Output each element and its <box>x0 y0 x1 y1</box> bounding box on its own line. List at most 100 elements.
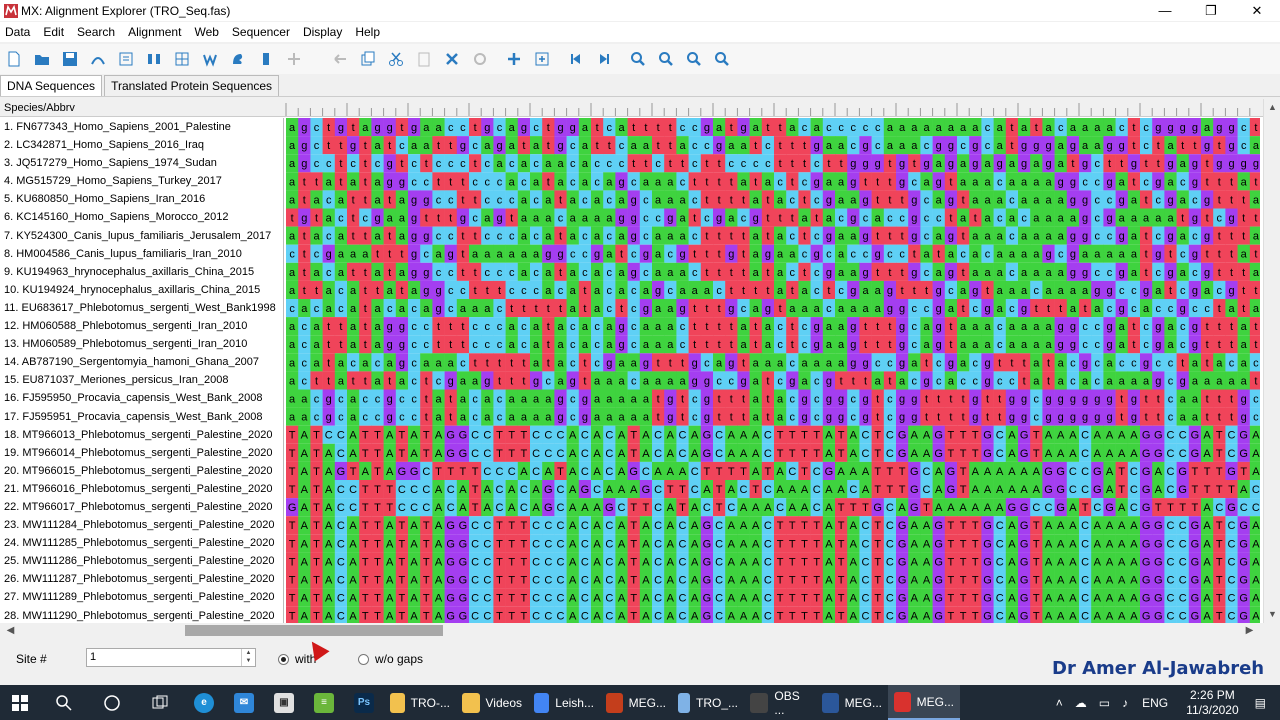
horizontal-scroll-thumb[interactable] <box>185 625 443 636</box>
sequence-row[interactable]: TATACATTATATAGGCCTTTCCCACACATACACAGCAAAC… <box>286 516 1260 535</box>
sequence-row[interactable]: attacattataggcctttcccacatacacagcaaactttt… <box>286 280 1260 299</box>
sequence-row[interactable]: TATAGTATAGGCTTTTCCCACATACACAGCAAACTTTTAT… <box>286 461 1260 480</box>
sequence-row[interactable]: TATACATTATATAGGCCTTTCCCACACATACACAGCAAAC… <box>286 588 1260 607</box>
sequence-row[interactable]: tgtactcgaagtttgcagtaaacaaaaggccgatcgacgt… <box>286 208 1260 227</box>
find-button[interactable] <box>624 46 652 72</box>
sequence-row[interactable]: agcctctcgtctccctcacacaacacccttcttcttcccc… <box>286 154 1260 173</box>
network-icon[interactable]: ☁ <box>1075 696 1087 710</box>
taskbar-app[interactable]: Leish... <box>528 685 600 720</box>
species-name[interactable]: 6. KC145160_Homo_Sapiens_Morocco_2012 <box>0 208 283 226</box>
grid-button[interactable] <box>168 46 196 72</box>
paste-button[interactable] <box>410 46 438 72</box>
clock[interactable]: 2:26 PM 11/3/2020 <box>1186 688 1239 718</box>
taskbar-app[interactable]: Videos <box>456 685 528 720</box>
close-button[interactable]: ✕ <box>1234 0 1280 21</box>
species-name[interactable]: 15. EU871037_Meriones_persicus_Iran_2008 <box>0 371 283 389</box>
sequence-row[interactable]: acatacacagcaaactttttatactcgaagtttgcagtaa… <box>286 353 1260 372</box>
find-motif-button[interactable] <box>708 46 736 72</box>
add-button[interactable] <box>500 46 528 72</box>
volume-icon[interactable]: ♪ <box>1122 696 1128 710</box>
mark-button[interactable] <box>252 46 280 72</box>
species-name[interactable]: 3. JQ517279_Homo_Sapiens_1974_Sudan <box>0 154 283 172</box>
sequence-row[interactable]: acattataggcctttcccacatacacagcaaacttttata… <box>286 317 1260 336</box>
species-name[interactable]: 18. MT966013_Phlebotomus_sergenti_Palest… <box>0 426 283 444</box>
site-number-input[interactable]: 1 ▲ ▼ <box>86 648 256 667</box>
sequence-row[interactable]: TATACCTTTCCCACATACACAGCAGCAAAGCTTCATACTC… <box>286 480 1260 499</box>
species-name[interactable]: 21. MT966016_Phlebotomus_sergenti_Palest… <box>0 480 283 498</box>
delete-gap-button[interactable] <box>466 46 494 72</box>
species-name[interactable]: 11. EU683617_Phlebotomus_sergenti_West_B… <box>0 299 283 317</box>
save-button[interactable] <box>56 46 84 72</box>
undo-button[interactable] <box>326 46 354 72</box>
species-name[interactable]: 14. AB787190_Sergentomyia_hamoni_Ghana_2… <box>0 353 283 371</box>
menu-web[interactable]: Web <box>189 22 226 42</box>
restore-button[interactable]: ❐ <box>1188 0 1234 21</box>
species-name[interactable]: 2. LC342871_Homo_Sapiens_2016_Iraq <box>0 136 283 154</box>
menu-sequencer[interactable]: Sequencer <box>227 22 298 42</box>
taskbar-app[interactable]: MEG... <box>816 685 888 720</box>
sequence-row[interactable]: GATACCTTTCCCACATACACAGCAAAGCTTCATACTCAAA… <box>286 498 1260 517</box>
sequence-row[interactable]: TATACATTATATAGGCCTTTCCCACACATACACAGCAAAC… <box>286 443 1260 462</box>
edit-button[interactable] <box>84 46 112 72</box>
columns-button[interactable] <box>140 46 168 72</box>
species-name[interactable]: 12. HM060588_Phlebotomus_sergenti_Iran_2… <box>0 317 283 335</box>
species-name[interactable]: 4. MG515729_Homo_Sapiens_Turkey_2017 <box>0 172 283 190</box>
menu-data[interactable]: Data <box>0 22 38 42</box>
menu-display[interactable]: Display <box>298 22 350 42</box>
sequence-row[interactable]: atacattataggccttcccacatacacagcaaacttttat… <box>286 226 1260 245</box>
species-name[interactable]: 1. FN677343_Homo_Sapiens_2001_Palestine <box>0 118 283 136</box>
delete-button[interactable] <box>438 46 466 72</box>
sequence-row[interactable]: ctcgaaatttgcagtaaaaaaggccgatcgacgtttgtag… <box>286 244 1260 263</box>
species-name[interactable]: 16. FJ595950_Procavia_capensis_West_Bank… <box>0 389 283 407</box>
menu-search[interactable]: Search <box>72 22 123 42</box>
sequence-row[interactable]: TATACATTATATAGGCCTTTCCCACACATACACAGCAAAC… <box>286 570 1260 589</box>
sequence-row[interactable]: TATACATTATATAGGCCTTTCCCACACATACACAGCAAAC… <box>286 606 1260 623</box>
search-taskbar-button[interactable] <box>40 685 88 720</box>
site-spinner[interactable]: ▲ ▼ <box>241 649 255 666</box>
species-name[interactable]: 5. KU680850_Homo_Sapiens_Iran_2016 <box>0 190 283 208</box>
next-button[interactable] <box>590 46 618 72</box>
vertical-scrollbar[interactable]: ▲ ▼ <box>1263 99 1280 623</box>
find-next-button[interactable] <box>680 46 708 72</box>
sequence-row[interactable]: acattataggcctttcccacatacacagcaaacttttata… <box>286 335 1260 354</box>
start-button[interactable] <box>0 685 40 720</box>
new-button[interactable] <box>0 46 28 72</box>
scroll-left-arrow-icon[interactable]: ◀ <box>2 623 19 638</box>
species-name[interactable]: 8. HM004586_Canis_lupus_familiaris_Iran_… <box>0 245 283 263</box>
open-button[interactable] <box>28 46 56 72</box>
find-prev-button[interactable] <box>652 46 680 72</box>
scroll-down-arrow-icon[interactable]: ▼ <box>1264 606 1280 623</box>
sequence-row[interactable]: attatataggcctttcccacatacacagcaaacttttata… <box>286 172 1260 191</box>
mark-disabled-button[interactable] <box>280 46 308 72</box>
species-name[interactable]: 27. MW111289_Phlebotomus_sergenti_Palest… <box>0 588 283 606</box>
prev-button[interactable] <box>562 46 590 72</box>
add-sequence-button[interactable] <box>528 46 556 72</box>
tab-translated-protein[interactable]: Translated Protein Sequences <box>104 75 280 96</box>
photoshop-button[interactable]: Ps <box>344 685 384 720</box>
minimize-button[interactable]: — <box>1142 0 1188 21</box>
sequence-row[interactable]: agcttgtatcaattgcagatatgcattcaattaccgaatc… <box>286 136 1260 155</box>
species-name[interactable]: 19. MT966014_Phlebotomus_sergenti_Palest… <box>0 444 283 462</box>
menu-edit[interactable]: Edit <box>38 22 72 42</box>
cut-button[interactable] <box>382 46 410 72</box>
species-name[interactable]: 25. MW111286_Phlebotomus_sergenti_Palest… <box>0 552 283 570</box>
horizontal-scrollbar[interactable]: ◀ ▶ <box>0 623 1280 638</box>
sequence-row[interactable]: aacgcaccgcctatacacaaaagcgaaaaatgtcgtttat… <box>286 389 1260 408</box>
species-name[interactable]: 9. KU194963_hrynocephalus_axillaris_Chin… <box>0 263 283 281</box>
sequence-row[interactable]: TATCCATTATATAGGCCTTTCCCACACATACACAGCAAAC… <box>286 425 1260 444</box>
tab-dna-sequences[interactable]: DNA Sequences <box>0 75 103 96</box>
menu-help[interactable]: Help <box>350 22 388 42</box>
task-view-button[interactable] <box>136 685 184 720</box>
align-muscle-button[interactable] <box>224 46 252 72</box>
cortana-button[interactable] <box>88 685 136 720</box>
species-name[interactable]: 10. KU194924_hrynocephalus_axillaris_Chi… <box>0 281 283 299</box>
sequence-row[interactable]: aacgcaccgcctatacacaaaagcgaaaaatgtcgtttat… <box>286 407 1260 426</box>
taskbar-app[interactable]: TRO-... <box>384 685 456 720</box>
sequence-row[interactable]: acttattatactcgaagtttgcagtaaacaaaaggccgat… <box>286 371 1260 390</box>
taskbar-app[interactable]: MEG... <box>888 685 960 720</box>
sequence-row[interactable]: atacattataggccttcccacatacacagcaaacttttat… <box>286 262 1260 281</box>
taskbar-app[interactable]: TRO_... <box>672 685 744 720</box>
sequence-row[interactable]: TATACATTATATAGGCCTTTCCCACACATACACAGCAAAC… <box>286 534 1260 553</box>
species-name[interactable]: 13. HM060589_Phlebotomus_sergenti_Iran_2… <box>0 335 283 353</box>
species-name[interactable]: 26. MW111287_Phlebotomus_sergenti_Palest… <box>0 570 283 588</box>
